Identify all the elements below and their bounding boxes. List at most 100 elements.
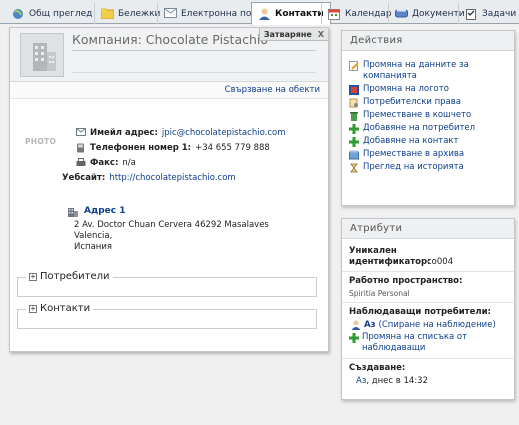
action-edit-company-label: Промяна на данните за компанията	[363, 60, 469, 81]
address-lines: 2 Av. Doctor Chuan Cervera 46292 Masalav…	[67, 220, 317, 253]
fax-label: Факс:	[90, 157, 119, 168]
close-button[interactable]: Затваряне X	[258, 28, 328, 41]
website-row: Уебсайт: http://chocolatepistachio.com	[62, 170, 326, 185]
address-block: Адрес 1 2 Av. Doctor Chuan Cervera 46292…	[67, 204, 317, 253]
watchers-label: Наблюдаващи потребители:	[349, 307, 491, 317]
stop-watching-link[interactable]: (Спиране на наблюдение)	[379, 320, 496, 330]
workspace-label: Работно пространство:	[349, 276, 463, 286]
tab-notes-label: Бележки	[118, 8, 161, 19]
envelope-icon	[164, 7, 177, 20]
close-icon: X	[317, 29, 324, 39]
tab-bar: Общ преглед Бележки Електронна поща Конт…	[0, 0, 519, 25]
link-bar: Свързване на обекти	[10, 82, 328, 99]
company-logo	[20, 33, 64, 77]
watchers-block: Наблюдаващи потребители: Аз (Спиране на …	[342, 303, 514, 359]
building-icon	[33, 43, 56, 71]
watcher-me-link[interactable]: Аз	[364, 320, 376, 330]
users-section-toggle[interactable]: + Потребители	[26, 271, 113, 282]
action-change-logo[interactable]: Промяна на логото	[342, 84, 514, 97]
add-icon	[349, 124, 359, 134]
actions-list: Промяна на данните за компанията Промяна…	[342, 51, 514, 175]
users-section-title: Потребители	[40, 271, 110, 282]
contacts-section-toggle[interactable]: + Контакти	[26, 303, 94, 314]
action-add-contact-label: Добавяне на контакт	[363, 136, 459, 146]
photo-placeholder: PHOTO	[25, 137, 57, 146]
actions-title: Действия	[342, 31, 514, 51]
action-edit-company[interactable]: Промяна на данните за компанията	[342, 60, 514, 84]
created-label: Създаване:	[349, 363, 406, 373]
tab-calendar-label: Календар	[345, 8, 392, 19]
trash-icon	[349, 111, 359, 121]
attributes-title: Атрибути	[342, 219, 514, 239]
tab-tasks-label: Задачи	[482, 8, 517, 19]
action-add-user-label: Добавяне на потребител	[363, 123, 476, 133]
address-line-1: 2 Av. Doctor Chuan Cervera 46292 Masalav…	[74, 220, 269, 230]
unique-id-value: co004	[427, 257, 454, 267]
action-change-logo-label: Промяна на логото	[363, 84, 449, 94]
address-line-2: Valencia,	[74, 231, 113, 241]
tab-tasks[interactable]: Задачи	[458, 3, 519, 24]
link-objects-link[interactable]: Свързване на обекти	[225, 85, 320, 95]
email-row: Имейл адрес: jpic@chocolatepistachio.com	[76, 125, 326, 140]
header-divider	[72, 72, 316, 73]
tab-overview-label: Общ преглед	[29, 8, 93, 19]
tab-notes[interactable]: Бележки	[94, 3, 166, 24]
action-permissions[interactable]: Потребителски права	[342, 97, 514, 110]
tab-overview[interactable]: Общ преглед	[6, 3, 98, 24]
calendar-icon	[328, 8, 341, 20]
company-header: Компания: Chocolate Pistachio Затваряне …	[10, 28, 328, 82]
contacts-section-title: Контакти	[40, 303, 91, 314]
email-label: Имейл адрес:	[90, 127, 158, 138]
folder-icon	[100, 7, 115, 20]
add-icon	[349, 137, 359, 147]
globe-icon	[12, 8, 25, 20]
action-add-contact[interactable]: Добавяне на контакт	[342, 136, 514, 149]
user-icon	[351, 320, 361, 330]
workspace-block: Работно пространство: Spiritia Personal	[342, 272, 514, 303]
address-title-link[interactable]: Адрес 1	[84, 206, 126, 216]
phone-row: Телефонен номер 1: +34 655 779 888	[76, 140, 326, 155]
email-link[interactable]: jpic@chocolatepistachio.com	[162, 128, 286, 138]
expand-icon: +	[29, 271, 37, 281]
fax-value: n/a	[122, 157, 136, 168]
add-icon	[349, 333, 359, 343]
unique-id-label: Уникален идентификатор:	[349, 246, 431, 267]
unique-id-block: Уникален идентификатор: co004	[342, 239, 514, 272]
tab-calendar[interactable]: Календар	[321, 3, 398, 24]
action-trash-label: Преместване в кошчето	[363, 110, 472, 120]
address-line-3: Испания	[74, 242, 112, 252]
action-archive[interactable]: Преместване в архива	[342, 149, 514, 162]
action-trash[interactable]: Преместване в кошчето	[342, 110, 514, 123]
contacts-icon	[258, 8, 271, 20]
edit-icon	[349, 61, 359, 71]
close-label: Затваряне	[263, 29, 312, 39]
action-add-user[interactable]: Добавяне на потребител	[342, 123, 514, 136]
phone-icon	[76, 143, 86, 153]
history-icon	[349, 163, 359, 173]
workspace-value: Spiritia Personal	[349, 289, 410, 298]
users-section: + Потребители	[17, 271, 317, 297]
tab-documents-label: Документи	[412, 8, 465, 19]
attributes-panel: Атрибути Уникален идентификатор: co004 Р…	[341, 218, 515, 400]
actions-panel: Действия Промяна на данните за компаният…	[341, 30, 515, 206]
documents-icon	[395, 8, 408, 20]
address-title-row: Адрес 1	[67, 204, 317, 218]
mail-icon	[76, 128, 86, 137]
created-block: Създаване: Аз, днес в 14:32	[342, 359, 514, 390]
website-link[interactable]: http://chocolatepistachio.com	[109, 173, 235, 183]
fax-row: Факс: n/a	[76, 155, 326, 170]
action-archive-label: Преместване в архива	[363, 149, 465, 159]
fax-icon	[76, 158, 86, 167]
contacts-section: + Контакти	[17, 303, 317, 329]
expand-icon: +	[29, 303, 37, 313]
action-permissions-label: Потребителски права	[363, 97, 461, 107]
change-watchers-row[interactable]: Промяна на списъка от наблюдаващи	[349, 332, 507, 354]
logo-icon	[349, 85, 359, 95]
created-by-link[interactable]: Аз	[356, 376, 366, 386]
tab-contacts[interactable]: Контакти	[251, 2, 331, 25]
archive-icon	[349, 150, 359, 160]
action-history[interactable]: Преглед на историята	[342, 162, 514, 175]
website-label: Уебсайт:	[62, 172, 106, 183]
phone-value: +34 655 779 888	[195, 142, 270, 153]
watcher-row: Аз (Спиране на наблюдение)	[349, 320, 507, 330]
